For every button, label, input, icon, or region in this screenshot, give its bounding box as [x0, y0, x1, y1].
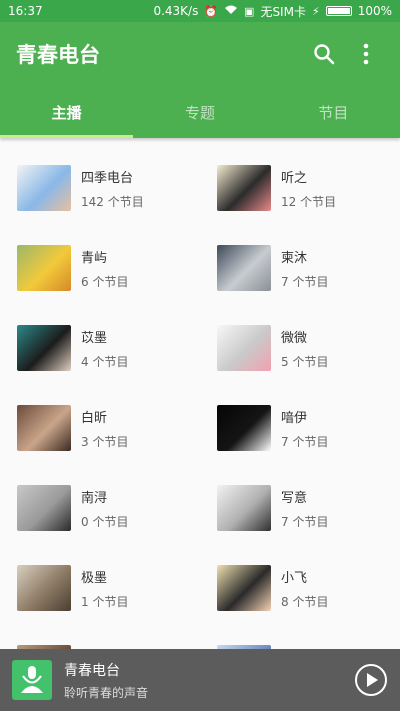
- more-button[interactable]: [348, 36, 384, 72]
- host-meta: 四季电台 142 个节目: [81, 167, 144, 210]
- host-program-count: 6 个节目: [81, 274, 129, 289]
- host-item[interactable]: 苡墨 4 个节目: [0, 308, 200, 388]
- alarm-icon: ⏰: [204, 4, 219, 18]
- host-item[interactable]: 小飞 8 个节目: [200, 548, 400, 628]
- more-vert-icon: [363, 43, 369, 65]
- host-meta: 苡墨 4 个节目: [81, 327, 128, 370]
- status-bar: 16:37 0.43K/s ⏰ ▣ 无SIM卡 ⚡ 100%: [0, 0, 400, 22]
- host-program-count: 3 个节目: [81, 434, 129, 449]
- host-item[interactable]: 白昕 3 个节目: [0, 388, 200, 468]
- tab-bar: 主播 专题 节目: [0, 86, 400, 138]
- host-program-count: 4 个节目: [81, 354, 129, 369]
- host-program-count: 12 个节目: [281, 194, 337, 209]
- host-program-count: 7 个节目: [281, 274, 329, 289]
- host-program-count: 0 个节目: [81, 514, 129, 529]
- wifi-icon: [224, 5, 238, 18]
- player-title: 青春电台: [64, 662, 120, 679]
- host-name: 南浔: [81, 490, 108, 506]
- host-grid: 四季电台 142 个节目 听之 12 个节目 青屿 6 个节目 柬沐 7 个节目 苡墨 4 个节目…: [0, 138, 400, 649]
- host-meta: 柬沐 7 个节目: [281, 247, 328, 290]
- app-title: 青春电台: [16, 43, 100, 67]
- host-item[interactable]: 听之 12 个节目: [200, 148, 400, 228]
- app-bar: 青春电台: [0, 22, 400, 86]
- host-name: 白昕: [81, 410, 108, 426]
- host-avatar: [17, 245, 71, 291]
- host-program-count: 142 个节目: [81, 194, 144, 209]
- tab-topics[interactable]: 专题: [133, 86, 266, 138]
- host-program-count: 7 个节目: [281, 434, 329, 449]
- host-program-count: 7 个节目: [281, 514, 329, 529]
- host-name: 喑伊: [281, 410, 308, 426]
- host-item[interactable]: 青屿 6 个节目: [0, 228, 200, 308]
- host-name: 苡墨: [81, 330, 108, 346]
- host-meta: 白昕 3 个节目: [81, 407, 128, 450]
- host-item[interactable]: 微微 5 个节目: [200, 308, 400, 388]
- radio-logo-icon: [12, 660, 52, 700]
- host-avatar: [17, 165, 71, 211]
- host-avatar: [217, 245, 271, 291]
- host-program-count: 1 个节目: [81, 594, 129, 609]
- host-item[interactable]: 南浔 0 个节目: [0, 468, 200, 548]
- host-meta: 青屿 6 个节目: [81, 247, 128, 290]
- player-bar[interactable]: 青春电台 聆听青春的声音: [0, 649, 400, 711]
- host-name: 四季电台: [81, 170, 134, 186]
- host-name: 小飞: [281, 570, 308, 586]
- status-time: 16:37: [8, 4, 43, 18]
- host-meta: 写意 7 个节目: [281, 487, 328, 530]
- tab-hosts[interactable]: 主播: [0, 86, 134, 138]
- status-indicators: 0.43K/s ⏰ ▣ 无SIM卡 ⚡ 100%: [153, 3, 392, 20]
- battery-icon: [325, 6, 352, 16]
- host-item[interactable]: 酒意: [200, 628, 400, 649]
- battery-level: 100%: [357, 4, 392, 18]
- host-name: 写意: [281, 490, 308, 506]
- host-avatar: [217, 405, 271, 451]
- host-meta: 听之 12 个节目: [281, 167, 336, 210]
- host-item[interactable]: 四季电台 142 个节目: [0, 148, 200, 228]
- host-avatar: [17, 405, 71, 451]
- host-avatar: [217, 565, 271, 611]
- search-button[interactable]: [306, 36, 342, 72]
- host-program-count: 8 个节目: [281, 594, 329, 609]
- host-avatar: [17, 565, 71, 611]
- search-icon: [314, 44, 335, 65]
- play-icon[interactable]: [354, 663, 388, 697]
- player-info: 青春电台 聆听青春的声音: [64, 660, 354, 701]
- host-item[interactable]: 喑伊 7 个节目: [200, 388, 400, 468]
- host-item[interactable]: 柬沐 7 个节目: [200, 228, 400, 308]
- host-avatar: [217, 325, 271, 371]
- host-program-count: 5 个节目: [281, 354, 329, 369]
- host-meta: 小飞 8 个节目: [281, 567, 328, 610]
- net-speed: 0.43K/s: [153, 4, 199, 18]
- host-name: 极墨: [81, 570, 108, 586]
- host-avatar: [17, 485, 71, 531]
- sim-icon: ▣: [244, 4, 255, 18]
- host-avatar: [17, 325, 71, 371]
- host-name: 听之: [281, 170, 308, 186]
- host-item[interactable]: 极墨 1 个节目: [0, 548, 200, 628]
- host-meta: 微微 5 个节目: [281, 327, 328, 370]
- player-subtitle: 聆听青春的声音: [64, 685, 149, 700]
- host-meta: 极墨 1 个节目: [81, 567, 128, 610]
- host-avatar: [217, 485, 271, 531]
- tab-programs[interactable]: 节目: [267, 86, 400, 138]
- host-name: 微微: [281, 330, 308, 346]
- charging-icon: ⚡: [311, 4, 320, 18]
- host-meta: 喑伊 7 个节目: [281, 407, 328, 450]
- host-name: 柬沐: [281, 250, 308, 266]
- sim-status: 无SIM卡: [260, 4, 306, 19]
- host-meta: 南浔 0 个节目: [81, 487, 128, 530]
- host-name: 青屿: [81, 250, 108, 266]
- host-item[interactable]: 风牵: [0, 628, 200, 649]
- host-item[interactable]: 写意 7 个节目: [200, 468, 400, 548]
- host-avatar: [217, 165, 271, 211]
